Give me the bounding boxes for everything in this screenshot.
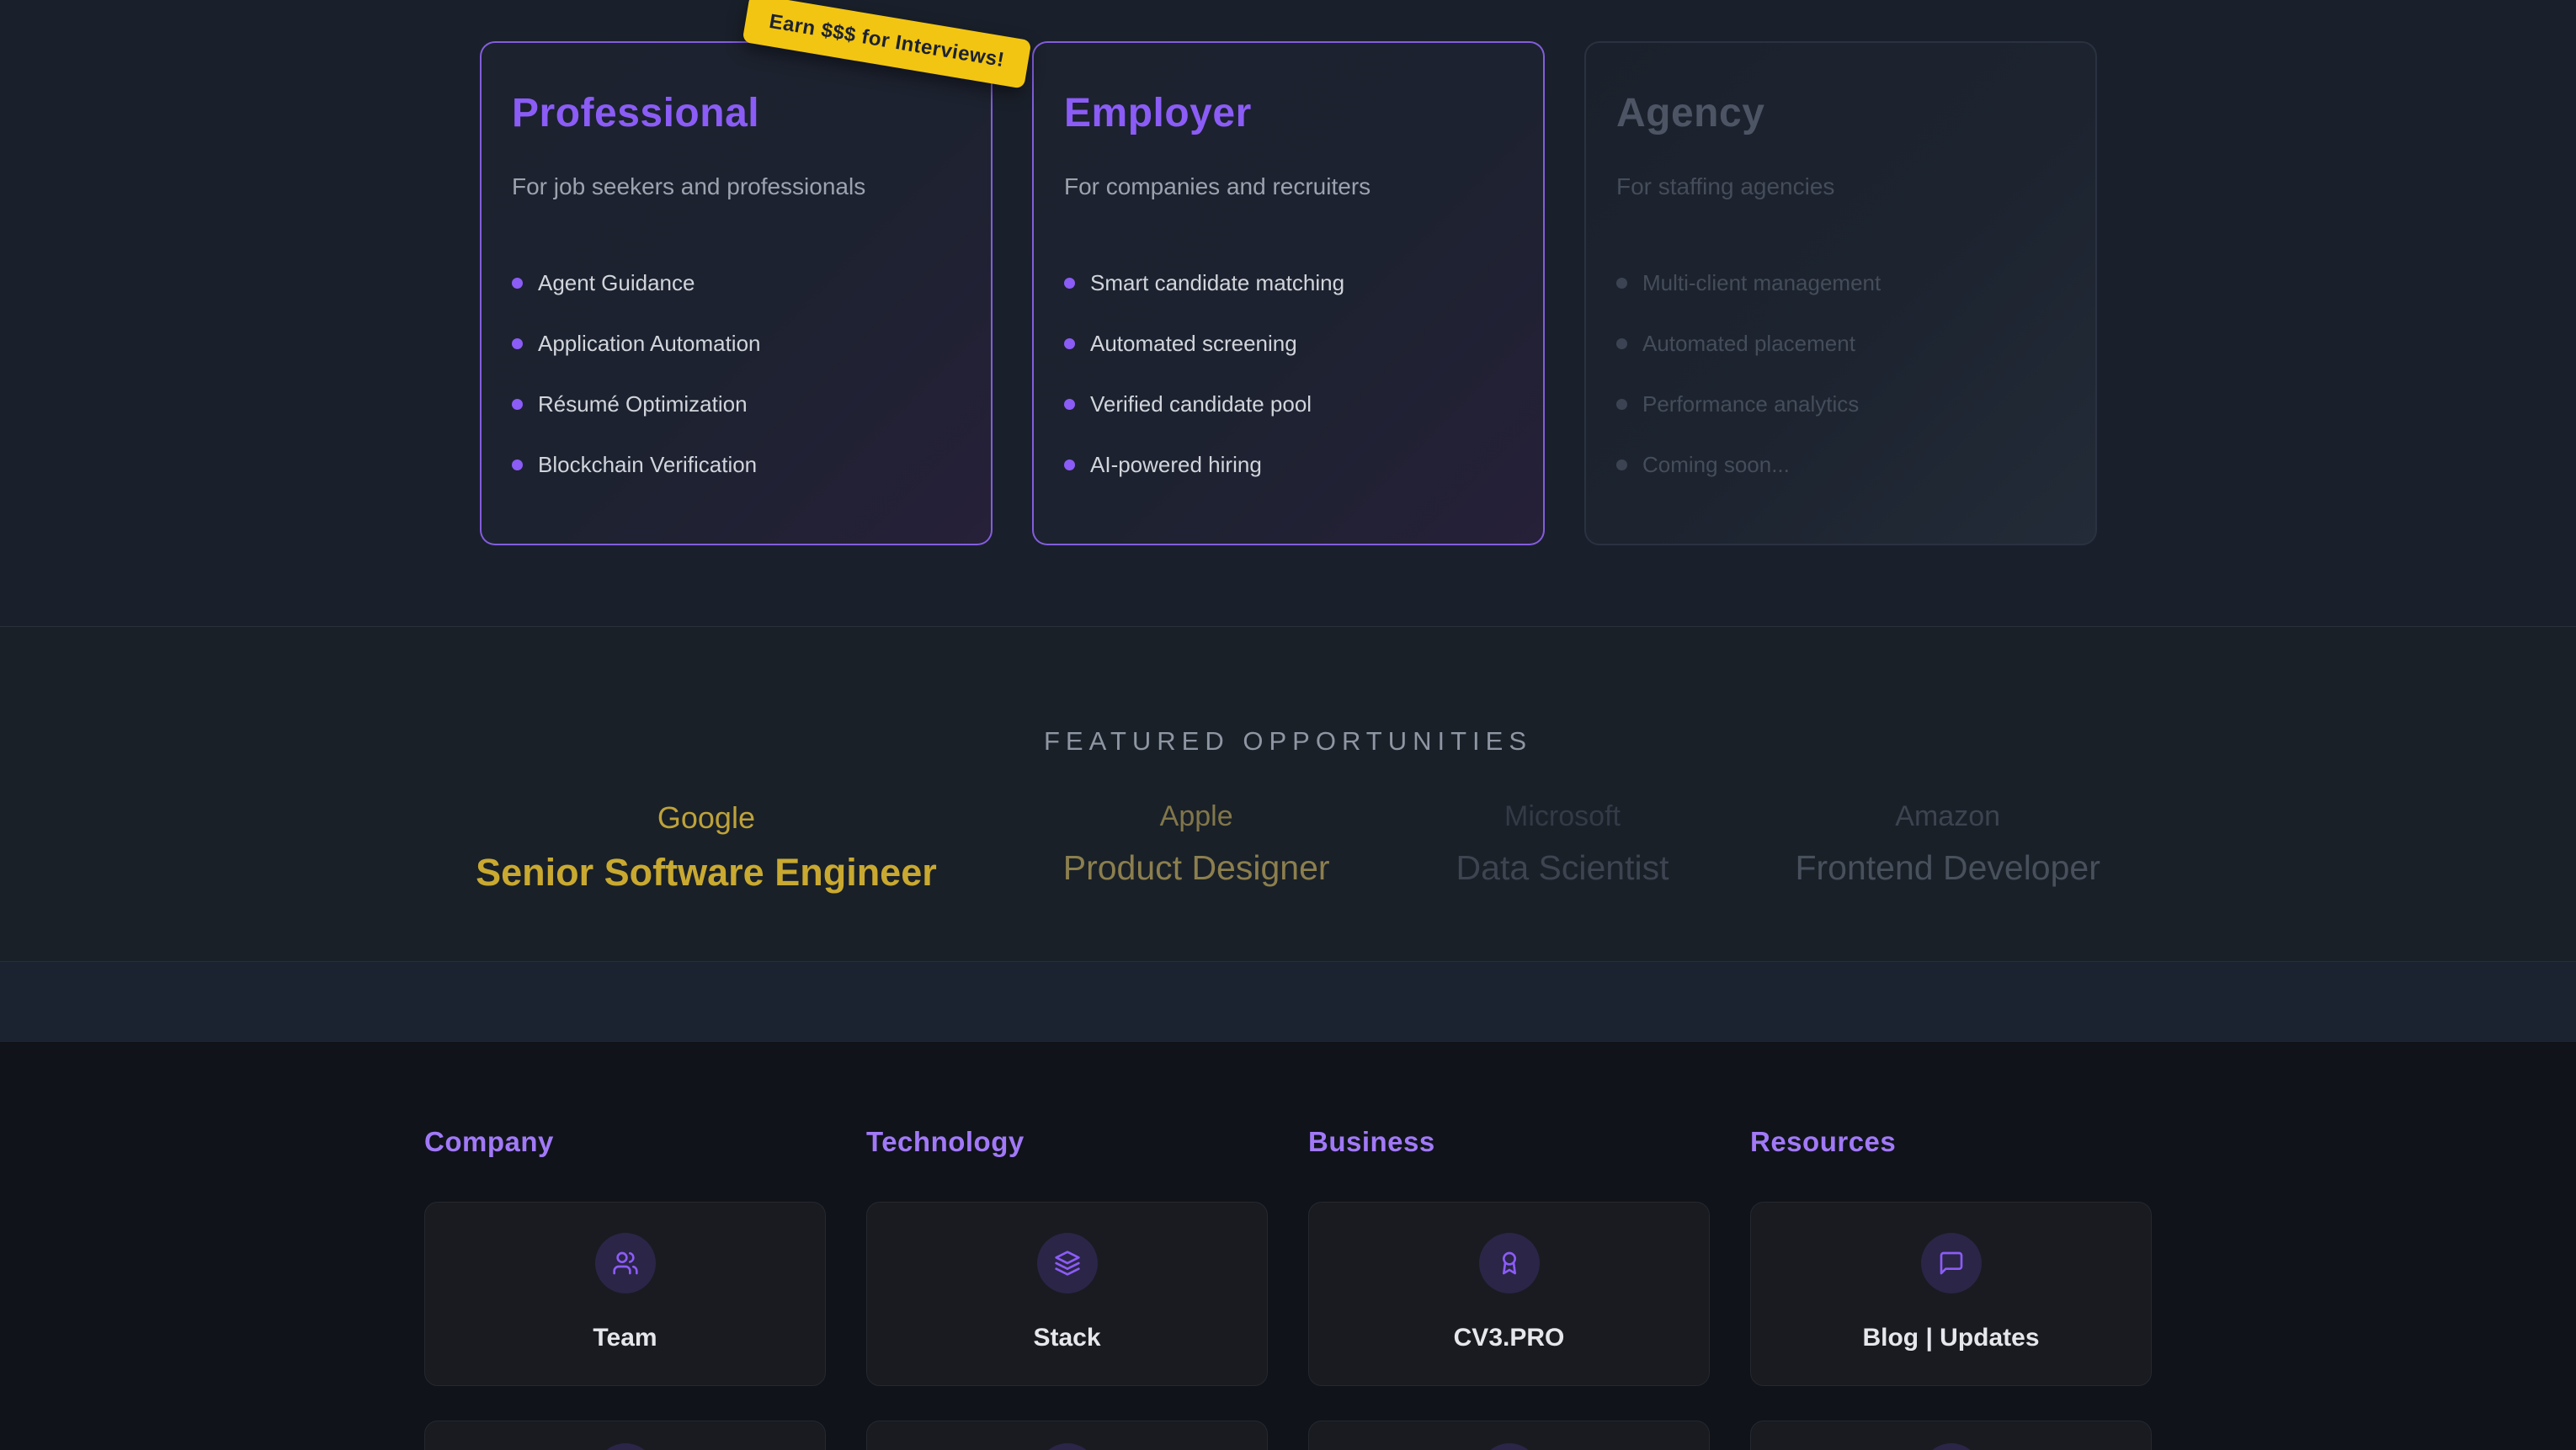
plans-section: Earn $$$ for Interviews! Professional Fo… bbox=[0, 0, 2576, 627]
footer-card-label: Blog | Updates bbox=[1862, 1324, 2039, 1352]
job-item-amazon[interactable]: Amazon Frontend Developer bbox=[1795, 800, 2100, 888]
plan-feature: Application Automation bbox=[512, 313, 961, 374]
plan-feature-label: Agent Guidance bbox=[538, 270, 695, 296]
plans-row: Professional For job seekers and profess… bbox=[480, 41, 2097, 545]
plan-feature-label: Multi-client management bbox=[1642, 270, 1881, 296]
job-company: Apple bbox=[1063, 800, 1330, 833]
plan-feature-label: Automated screening bbox=[1090, 331, 1297, 357]
footer-card-partial[interactable] bbox=[1750, 1421, 2152, 1450]
footer-card-cv3pro[interactable]: CV3.PRO bbox=[1308, 1202, 1710, 1386]
plan-title: Employer bbox=[1064, 90, 1513, 136]
footer-grid: Company Team Technology Stack bbox=[424, 1042, 2152, 1450]
plan-feature-label: Smart candidate matching bbox=[1090, 270, 1344, 296]
plan-feature-list: Smart candidate matching Automated scree… bbox=[1064, 252, 1513, 495]
plan-feature: Automated placement bbox=[1616, 313, 2065, 374]
plan-feature-label: Coming soon... bbox=[1642, 452, 1790, 478]
footer-card-label: Team bbox=[593, 1324, 657, 1352]
plan-feature-label: Automated placement bbox=[1642, 331, 1855, 357]
award-icon bbox=[1479, 1233, 1540, 1293]
bullet-dot-icon bbox=[512, 399, 523, 410]
footer-column-company: Company Team bbox=[424, 1126, 826, 1450]
plan-subtitle: For companies and recruiters bbox=[1064, 173, 1513, 200]
plan-title: Professional bbox=[512, 90, 961, 136]
plan-subtitle: For job seekers and professionals bbox=[512, 173, 961, 200]
featured-heading: FEATURED OPPORTUNITIES bbox=[0, 627, 2576, 757]
footer-heading: Business bbox=[1308, 1126, 1710, 1158]
plan-feature: AI-powered hiring bbox=[1064, 434, 1513, 495]
job-role: Data Scientist bbox=[1456, 848, 1669, 888]
footer-card-blog[interactable]: Blog | Updates bbox=[1750, 1202, 2152, 1386]
message-square-icon bbox=[1921, 1233, 1982, 1293]
bullet-dot-icon bbox=[1064, 278, 1075, 289]
plan-feature: Résumé Optimization bbox=[512, 374, 961, 434]
job-role: Frontend Developer bbox=[1795, 848, 2100, 888]
job-role: Senior Software Engineer bbox=[476, 851, 937, 895]
plan-card-professional[interactable]: Professional For job seekers and profess… bbox=[480, 41, 993, 545]
plan-feature-list: Agent Guidance Application Automation Ré… bbox=[512, 252, 961, 495]
plan-card-employer[interactable]: Employer For companies and recruiters Sm… bbox=[1032, 41, 1545, 545]
bullet-dot-icon bbox=[1616, 278, 1627, 289]
bullet-dot-icon bbox=[1064, 459, 1075, 470]
footer-card-team[interactable]: Team bbox=[424, 1202, 826, 1386]
plan-feature-label: Verified candidate pool bbox=[1090, 391, 1312, 417]
landing-page: Earn $$$ for Interviews! Professional Fo… bbox=[0, 0, 2576, 1450]
plan-feature-list: Multi-client management Automated placem… bbox=[1616, 252, 2065, 495]
plan-feature: Coming soon... bbox=[1616, 434, 2065, 495]
featured-jobs-row: Google Senior Software Engineer Apple Pr… bbox=[0, 800, 2576, 895]
icon-circle bbox=[1037, 1443, 1098, 1450]
footer-heading: Technology bbox=[866, 1126, 1268, 1158]
plan-title: Agency bbox=[1616, 90, 2065, 136]
footer-column-technology: Technology Stack bbox=[866, 1126, 1268, 1450]
plan-feature: Automated screening bbox=[1064, 313, 1513, 374]
layers-icon bbox=[1037, 1233, 1098, 1293]
bullet-dot-icon bbox=[1616, 459, 1627, 470]
icon-circle bbox=[1479, 1443, 1540, 1450]
footer-card-partial[interactable] bbox=[1308, 1421, 1710, 1450]
plan-feature-label: Application Automation bbox=[538, 331, 761, 357]
footer-card-partial[interactable] bbox=[424, 1421, 826, 1450]
job-company: Microsoft bbox=[1456, 800, 1669, 833]
plan-feature-label: AI-powered hiring bbox=[1090, 452, 1262, 478]
plan-feature: Smart candidate matching bbox=[1064, 252, 1513, 313]
footer-column-resources: Resources Blog | Updates bbox=[1750, 1126, 2152, 1450]
site-footer: Company Team Technology Stack bbox=[0, 1042, 2576, 1450]
plan-feature: Verified candidate pool bbox=[1064, 374, 1513, 434]
plan-feature-label: Blockchain Verification bbox=[538, 452, 757, 478]
plan-feature: Multi-client management bbox=[1616, 252, 2065, 313]
footer-heading: Company bbox=[424, 1126, 826, 1158]
job-item-google[interactable]: Google Senior Software Engineer bbox=[476, 800, 937, 895]
icon-circle bbox=[595, 1443, 656, 1450]
plan-card-agency: Agency For staffing agencies Multi-clien… bbox=[1584, 41, 2097, 545]
bullet-dot-icon bbox=[512, 459, 523, 470]
footer-column-business: Business CV3.PRO bbox=[1308, 1126, 1710, 1450]
footer-card-stack[interactable]: Stack bbox=[866, 1202, 1268, 1386]
plan-subtitle: For staffing agencies bbox=[1616, 173, 2065, 200]
job-company: Google bbox=[476, 800, 937, 836]
plan-feature-label: Performance analytics bbox=[1642, 391, 1859, 417]
spacer-band bbox=[0, 962, 2576, 1042]
footer-heading: Resources bbox=[1750, 1126, 2152, 1158]
job-item-apple[interactable]: Apple Product Designer bbox=[1063, 800, 1330, 888]
bullet-dot-icon bbox=[1064, 399, 1075, 410]
job-role: Product Designer bbox=[1063, 848, 1330, 888]
bullet-dot-icon bbox=[512, 338, 523, 349]
icon-circle bbox=[1921, 1443, 1982, 1450]
plan-feature: Agent Guidance bbox=[512, 252, 961, 313]
bullet-dot-icon bbox=[1064, 338, 1075, 349]
bullet-dot-icon bbox=[1616, 338, 1627, 349]
bullet-dot-icon bbox=[1616, 399, 1627, 410]
plan-feature-label: Résumé Optimization bbox=[538, 391, 748, 417]
featured-section: FEATURED OPPORTUNITIES Google Senior Sof… bbox=[0, 627, 2576, 962]
plan-feature: Performance analytics bbox=[1616, 374, 2065, 434]
footer-card-partial[interactable] bbox=[866, 1421, 1268, 1450]
job-item-microsoft[interactable]: Microsoft Data Scientist bbox=[1456, 800, 1669, 888]
bullet-dot-icon bbox=[512, 278, 523, 289]
job-company: Amazon bbox=[1795, 800, 2100, 833]
footer-card-label: Stack bbox=[1033, 1324, 1100, 1352]
users-icon bbox=[595, 1233, 656, 1293]
plan-feature: Blockchain Verification bbox=[512, 434, 961, 495]
footer-card-label: CV3.PRO bbox=[1454, 1324, 1565, 1352]
